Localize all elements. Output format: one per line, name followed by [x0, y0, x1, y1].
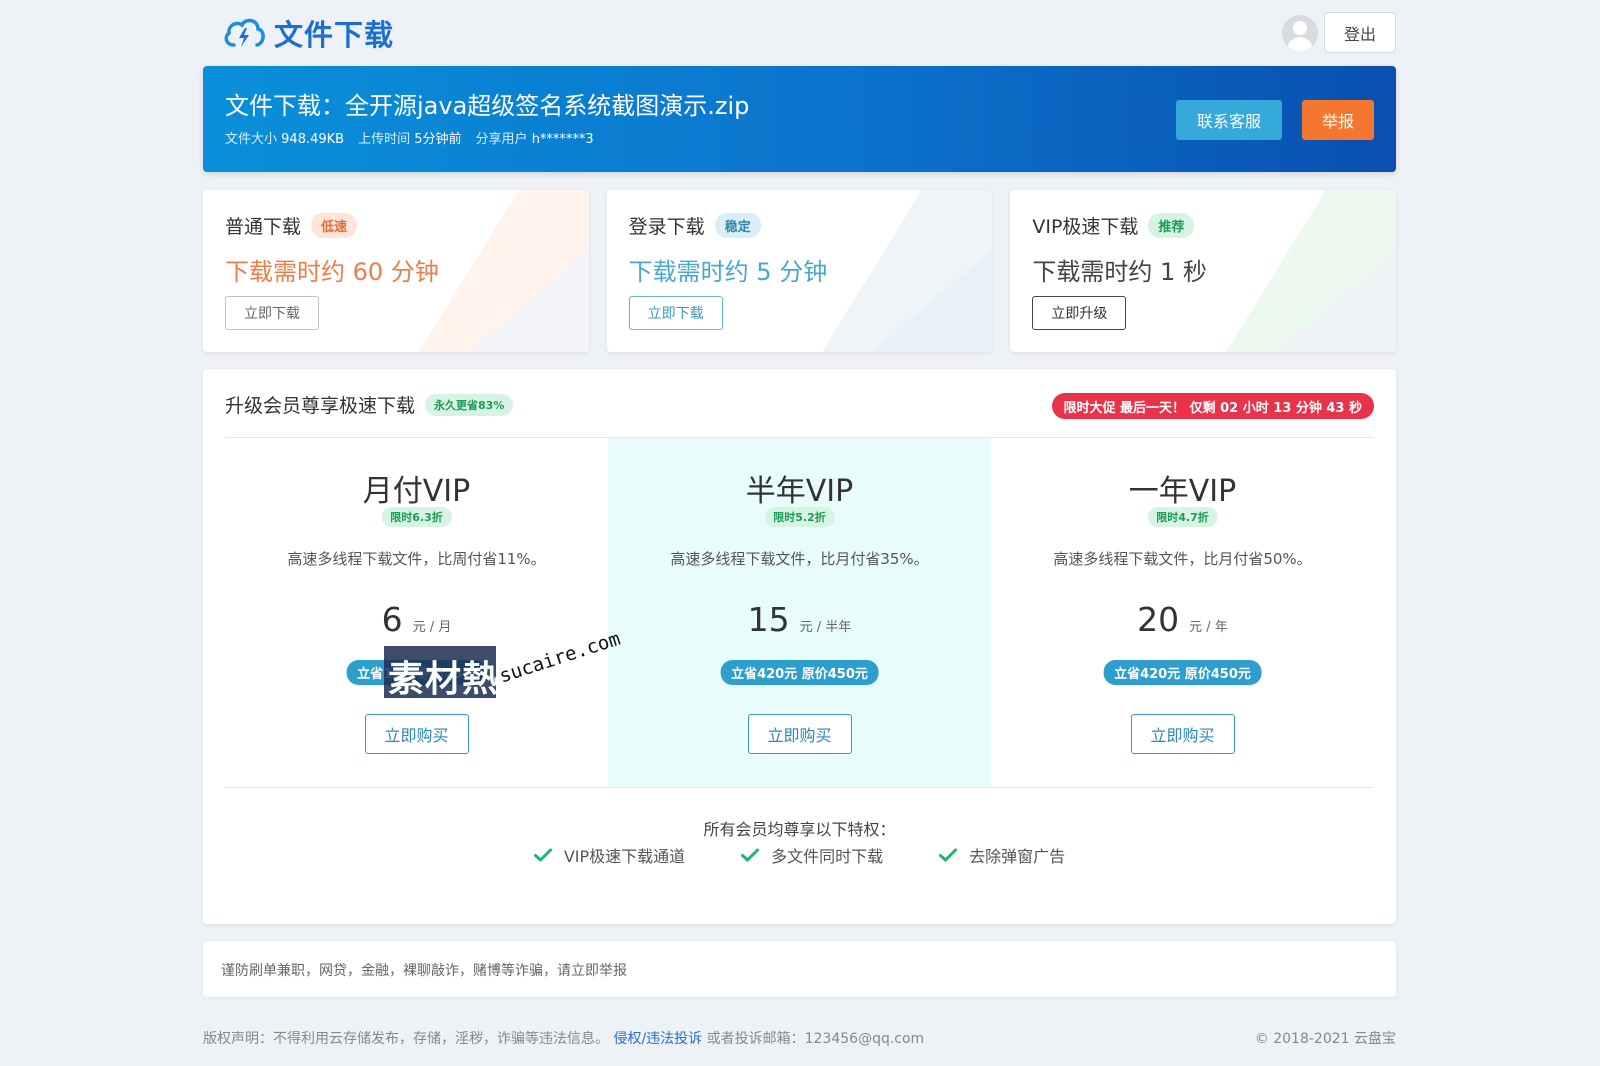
perks-list: VIP极速下载通道 多文件同时下载 去除弹窗广告 [203, 843, 1396, 867]
vip-heading: 升级会员尊享极速下载 [225, 395, 416, 417]
plan-price: 20 元 / 年 [991, 600, 1374, 639]
perk-item: 多文件同时下载 [741, 843, 883, 867]
copyright: © 2018-2021 云盘宝 [1254, 1031, 1396, 1047]
download-time: 下载需时约 1 秒 [1032, 258, 1207, 286]
logo[interactable]: 文件下载 [222, 12, 394, 54]
header: 文件下载 登出 [203, 0, 1396, 66]
speed-tag: 推荐 [1148, 213, 1195, 238]
speed-tag: 稳定 [714, 213, 761, 238]
price-value: 15 [747, 600, 790, 639]
report-button[interactable]: 举报 [1302, 100, 1374, 140]
logo-text: 文件下载 [274, 18, 395, 52]
download-card-login: 登录下载 稳定 下载需时约 5 分钟 立即下载 [606, 190, 993, 352]
perk-label: 多文件同时下载 [771, 847, 884, 866]
vip-plans: 月付VIP 限时6.3折 高速多线程下载文件，比周付省11%。 6 元 / 月 … [225, 438, 1374, 787]
buy-yearly-button[interactable]: 立即购买 [1130, 714, 1235, 754]
fraud-notice: 谨防刷单兼职，网贷，金融，裸聊敲诈，赌博等诈骗，请立即举报 [203, 941, 1396, 997]
check-icon [741, 848, 760, 862]
download-time: 下载需时约 5 分钟 [628, 258, 828, 286]
share-user: 分享用户 h*******3 [475, 132, 594, 147]
price-unit: 元 / 半年 [799, 620, 852, 635]
avatar-icon[interactable] [1282, 15, 1318, 51]
plan-name: 半年VIP [745, 474, 854, 509]
download-options: 普通下载 低速 下载需时约 60 分钟 立即下载 登录下载 稳定 下载需时约 5… [203, 190, 1397, 352]
promo-countdown: 限时大促 最后一天！ 仅剩 02 小时 13 分钟 43 秒 [1051, 393, 1374, 419]
perk-item: VIP极速下载通道 [533, 843, 686, 867]
price-value: 6 [381, 600, 403, 639]
upgrade-button[interactable]: 立即升级 [1032, 296, 1127, 330]
cloud-logo-icon [224, 18, 265, 47]
complaint-link[interactable]: 侵权/违法投诉 [613, 1031, 702, 1047]
footer: 版权声明：不得利用云存储发布，存储，淫秽，诈骗等违法信息。 侵权/违法投诉 或者… [203, 1028, 1396, 1050]
perks-title: 所有会员均尊享以下特权： [703, 820, 896, 839]
card-title: 普通下载 [225, 216, 302, 238]
perk-item: 去除弹窗广告 [939, 843, 1065, 867]
copyright-statement: 版权声明：不得利用云存储发布，存储，淫秽，诈骗等违法信息。 [203, 1031, 609, 1047]
login-download-button[interactable]: 立即下载 [628, 296, 723, 330]
file-size: 文件大小 948.49KB [225, 132, 345, 147]
plan-discount-badge: 限时4.7折 [1147, 507, 1218, 527]
normal-download-button[interactable]: 立即下载 [225, 296, 319, 330]
perk-label: 去除弹窗广告 [969, 847, 1066, 866]
card-title: 登录下载 [628, 216, 705, 238]
plan-savings: 立省420元 原价450元 [720, 660, 879, 685]
notice-text: 谨防刷单兼职，网贷，金融，裸聊敲诈，赌博等诈骗，请立即举报 [221, 963, 627, 979]
speed-tag: 低速 [311, 213, 358, 238]
plan-price: 6 元 / 月 [225, 600, 608, 639]
watermark: 素材熱 sucaire.com [384, 628, 634, 706]
plan-half-year: 半年VIP 限时5.2折 高速多线程下载文件，比月付省35%。 15 元 / 半… [608, 438, 991, 787]
plan-description: 高速多线程下载文件，比月付省50%。 [1053, 550, 1312, 568]
plan-name: 一年VIP [1128, 474, 1237, 509]
plan-description: 高速多线程下载文件，比月付省35%。 [670, 550, 929, 568]
download-card-normal: 普通下载 低速 下载需时约 60 分钟 立即下载 [203, 190, 589, 352]
card-title: VIP极速下载 [1032, 216, 1139, 238]
plan-description: 高速多线程下载文件，比周付省11%。 [287, 550, 546, 568]
price-value: 20 [1137, 600, 1180, 639]
plan-discount-badge: 限时5.2折 [764, 507, 835, 527]
file-meta: 文件大小 948.49KB 上传时间 5分钟前 分享用户 h*******3 [225, 128, 594, 147]
plan-price: 15 元 / 半年 [608, 600, 991, 639]
perk-label: VIP极速下载通道 [563, 847, 686, 866]
price-unit: 元 / 年 [1189, 620, 1228, 635]
download-time: 下载需时约 60 分钟 [225, 258, 439, 286]
contact-support-button[interactable]: 联系客服 [1176, 100, 1282, 140]
buy-half-year-button[interactable]: 立即购买 [747, 714, 852, 754]
download-card-vip: VIP极速下载 推荐 下载需时约 1 秒 立即升级 [1010, 190, 1397, 352]
plan-monthly: 月付VIP 限时6.3折 高速多线程下载文件，比周付省11%。 6 元 / 月 … [225, 438, 608, 787]
vip-section: 升级会员尊享极速下载 永久更省83% 限时大促 最后一天！ 仅剩 02 小时 1… [203, 369, 1396, 924]
plan-savings: 立省420元 原价450元 [1103, 660, 1262, 685]
complaint-email: 或者投诉邮箱：123456@qq.com [706, 1031, 925, 1047]
watermark-cn: 素材熱 [388, 659, 500, 700]
divider [225, 787, 1374, 788]
check-icon [533, 848, 552, 862]
vip-heading-tag: 永久更省83% [425, 393, 514, 416]
price-unit: 元 / 月 [412, 620, 452, 635]
logout-button[interactable]: 登出 [1324, 12, 1396, 53]
file-title: 文件下载：全开源java超级签名系统截图演示.zip [225, 92, 750, 120]
plan-discount-badge: 限时6.3折 [381, 507, 452, 527]
file-banner: 文件下载：全开源java超级签名系统截图演示.zip 文件大小 948.49KB… [203, 66, 1396, 172]
plan-yearly: 一年VIP 限时4.7折 高速多线程下载文件，比月付省50%。 20 元 / 年… [991, 438, 1374, 787]
check-icon [939, 848, 958, 862]
upload-time: 上传时间 5分钟前 [358, 132, 462, 147]
buy-monthly-button[interactable]: 立即购买 [364, 714, 469, 754]
plan-name: 月付VIP [362, 474, 471, 509]
